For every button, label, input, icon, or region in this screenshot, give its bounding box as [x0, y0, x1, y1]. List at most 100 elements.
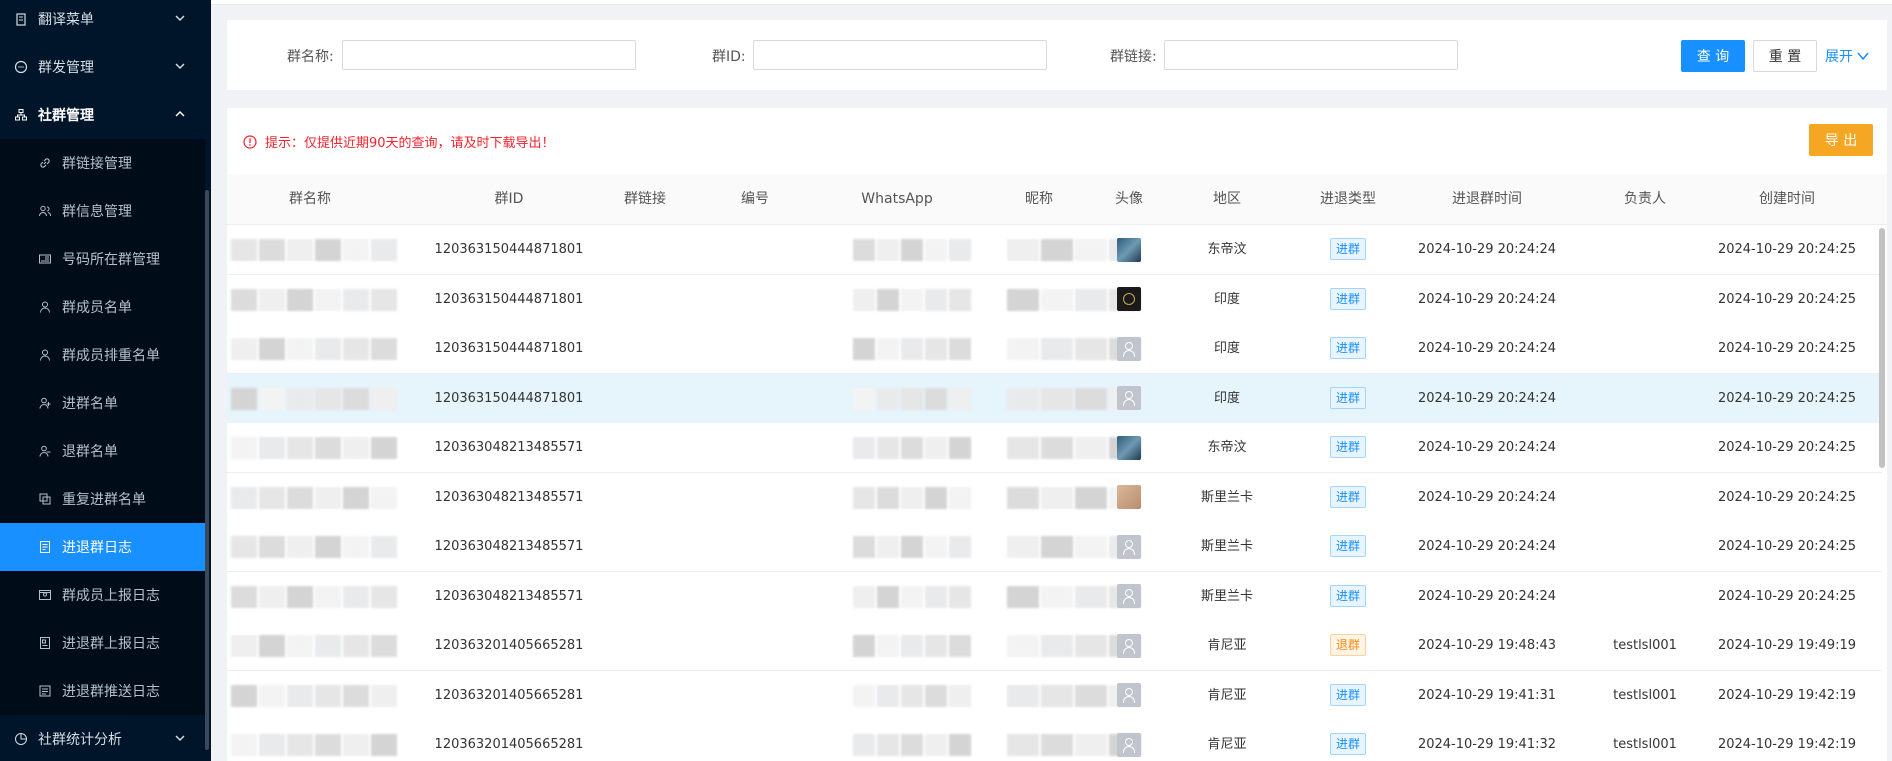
avatar[interactable] — [1117, 732, 1141, 757]
avatar[interactable] — [1117, 534, 1141, 559]
chevron-down-icon — [175, 735, 185, 742]
users-icon — [39, 205, 52, 217]
sidebar-item-label: 群成员排重名单 — [62, 348, 160, 364]
cell-created: 2024-10-29 20:24:25 — [1717, 390, 1857, 406]
sidebar-item-15-push[interactable]: 进退群推送日志 — [0, 667, 205, 715]
type-tag: 进群 — [1329, 287, 1366, 310]
col-number-header: 编号 — [741, 191, 769, 207]
table-row[interactable]: 120363048213485571 斯里兰卡 进群 2024-10-29 20:24… — [227, 472, 1882, 523]
sidebar-item-6-card[interactable]: 号码所在群管理 — [0, 235, 205, 283]
redacted-group-name — [231, 585, 399, 612]
redacted-whatsapp — [853, 585, 973, 612]
avatar[interactable] — [1117, 485, 1141, 509]
type-tag: 进群 — [1329, 238, 1366, 260]
col-type-header: 进退类型 — [1320, 191, 1376, 207]
avatar[interactable] — [1117, 287, 1141, 311]
cell-owner: testlsl001 — [1613, 737, 1677, 752]
table-row[interactable]: 120363201405665281 肯尼亚 退群 2024-10-29 19:48:… — [227, 621, 1882, 671]
redacted-group-name — [231, 288, 399, 315]
sidebar-item-4-link[interactable]: 群链接管理 — [0, 139, 205, 187]
redacted-group-name — [231, 387, 399, 414]
cell-region: 肯尼亚 — [1207, 687, 1247, 703]
cell-group-id: 120363150444871801 — [434, 390, 584, 406]
table-row[interactable]: 120363201405665281 肯尼亚 进群 2024-10-29 19:41:… — [227, 720, 1882, 761]
avatar[interactable] — [1117, 584, 1141, 608]
info-circle-icon — [243, 134, 257, 149]
table-row[interactable]: 120363150444871801 印度 进群 2024-10-29 20:24:2… — [227, 373, 1882, 424]
cell-group-id: 120363150444871801 — [434, 341, 584, 356]
redacted-group-name — [231, 536, 399, 562]
table-row[interactable]: 120363150444871801 东帝汶 进群 2024-10-29 20:24:… — [227, 225, 1882, 275]
sidebar-item-3-org[interactable]: 社群管理 — [0, 91, 205, 139]
export-button[interactable]: 导 出 — [1809, 124, 1873, 156]
table-row[interactable]: 120363150444871801 印度 进群 2024-10-29 20:24:2… — [227, 274, 1882, 325]
table-row[interactable]: 120363201405665281 肯尼亚 进群 2024-10-29 19:41:… — [227, 670, 1882, 721]
tip-message: 提示：仅提供近期90天的查询，请及时下载导出！ — [243, 132, 555, 151]
sidebar-item-13-report[interactable]: 群成员上报日志 — [0, 571, 205, 619]
avatar[interactable] — [1117, 336, 1141, 361]
cell-owner — [1585, 225, 1705, 274]
chevron-down-icon — [175, 63, 185, 70]
user-remove-icon — [39, 445, 51, 457]
cell-avatar — [1109, 720, 1149, 761]
sidebar-item-11-copy[interactable]: 重复进群名单 — [0, 475, 205, 523]
user-icon — [40, 301, 50, 313]
cell-owner: testlsl001 — [1613, 687, 1677, 703]
cell-avatar — [1109, 324, 1149, 373]
sidebar-item-9-user-add[interactable]: 进群名单 — [0, 379, 205, 427]
redacted-group-name — [231, 684, 399, 711]
cell-type: 进群 — [1308, 720, 1388, 761]
redacted-whatsapp — [853, 288, 973, 315]
push-icon — [39, 685, 51, 697]
sidebar-item-16-chart[interactable]: 社群统计分析 — [0, 715, 205, 761]
redacted-group-name — [231, 734, 399, 760]
avatar[interactable] — [1117, 435, 1141, 460]
group-id-input[interactable] — [753, 40, 1047, 70]
sidebar-item-1-clipboard[interactable]: 翻译菜单 — [0, 0, 205, 43]
cell-type: 进群 — [1308, 522, 1388, 571]
sidebar-item-label: 进退群日志 — [62, 540, 132, 556]
type-tag: 进群 — [1329, 683, 1366, 706]
expand-label: 展开 — [1825, 49, 1853, 65]
expand-link[interactable]: 展开 — [1825, 46, 1870, 66]
group-name-input[interactable] — [342, 40, 636, 70]
sidebar-item-7-user[interactable]: 群成员名单 — [0, 283, 205, 331]
tip-text: 提示：仅提供近期90天的查询，请及时下载导出！ — [265, 136, 555, 151]
cell-owner — [1585, 522, 1705, 571]
cell-region: 东帝汶 — [1207, 242, 1247, 257]
avatar[interactable] — [1117, 237, 1141, 262]
sidebar-item-label: 重复进群名单 — [62, 492, 146, 508]
redacted-group-name — [231, 437, 399, 463]
reset-button[interactable]: 重 置 — [1753, 40, 1817, 72]
query-button[interactable]: 查 询 — [1681, 40, 1745, 72]
sidebar-scrollbar[interactable] — [205, 190, 209, 750]
cell-time: 2024-10-29 19:48:43 — [1417, 638, 1557, 653]
group-link-input[interactable] — [1164, 40, 1458, 70]
sidebar-item-2-chat[interactable]: 群发管理 — [0, 43, 205, 91]
sidebar-item-5-users[interactable]: 群信息管理 — [0, 187, 205, 235]
avatar[interactable] — [1117, 386, 1141, 410]
table-row[interactable]: 120363048213485571 斯里兰卡 进群 2024-10-29 20:24… — [227, 571, 1882, 622]
sidebar-item-12-log[interactable]: 进退群日志 — [0, 523, 205, 571]
sidebar: 翻译菜单 群发管理社群管理群链接管理群信息管理 号码所在群管理 群成员名单群成员排重名… — [0, 0, 211, 761]
cell-avatar — [1109, 522, 1149, 571]
table-row[interactable]: 120363048213485571 斯里兰卡 进群 2024-10-29 20:24… — [227, 522, 1882, 572]
table-scrollbar[interactable] — [1879, 228, 1885, 468]
cell-avatar — [1109, 621, 1149, 670]
cell-region: 肯尼亚 — [1207, 638, 1247, 653]
sidebar-item-14-report-doc[interactable]: 进退群上报日志 — [0, 619, 205, 667]
cell-avatar — [1109, 225, 1149, 274]
avatar[interactable] — [1117, 683, 1141, 707]
table-row[interactable]: 120363150444871801 印度 进群 2024-10-29 20:24:2… — [227, 324, 1882, 374]
sidebar-item-8-user[interactable]: 群成员排重名单 — [0, 331, 205, 379]
sidebar-item-10-user-remove[interactable]: 退群名单 — [0, 427, 205, 475]
chat-icon — [14, 60, 28, 74]
avatar[interactable] — [1117, 633, 1141, 658]
type-tag: 进群 — [1329, 485, 1366, 508]
cell-group-id: 120363048213485571 — [434, 588, 584, 604]
cell-type: 进群 — [1308, 324, 1388, 373]
sidebar-item-label: 社群管理 — [38, 108, 94, 124]
cell-type: 进群 — [1308, 572, 1388, 621]
table-row[interactable]: 120363048213485571 东帝汶 进群 2024-10-29 20:24:… — [227, 423, 1882, 473]
sidebar-item-label: 群链接管理 — [62, 156, 132, 172]
